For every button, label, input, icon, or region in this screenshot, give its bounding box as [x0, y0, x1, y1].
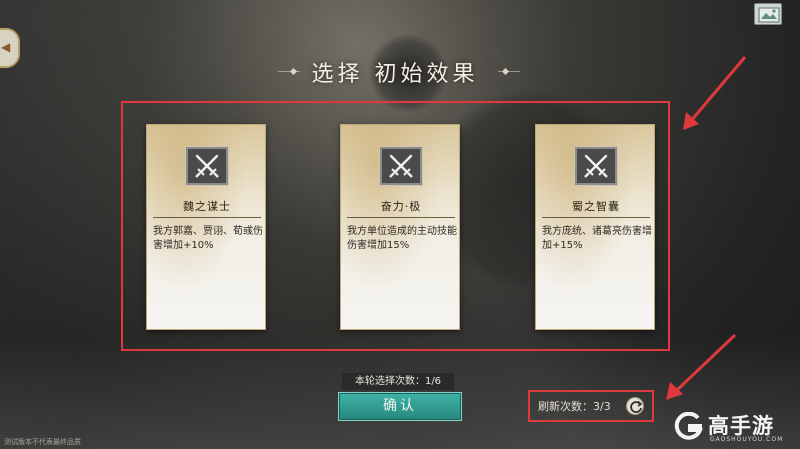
arrow-to-refresh [666, 333, 737, 400]
watermark-site-text: GAOSHOUYOU.COM [710, 436, 784, 443]
watermark-brand: 高手游 GAOSHOUYOU.COM [672, 410, 796, 446]
arrow-to-cards [683, 56, 747, 130]
gaoshouyou-logo-icon [674, 412, 703, 440]
annotation-arrows [666, 56, 747, 400]
disclaimer-text: 测试版本不代表最终品质 [4, 438, 81, 446]
